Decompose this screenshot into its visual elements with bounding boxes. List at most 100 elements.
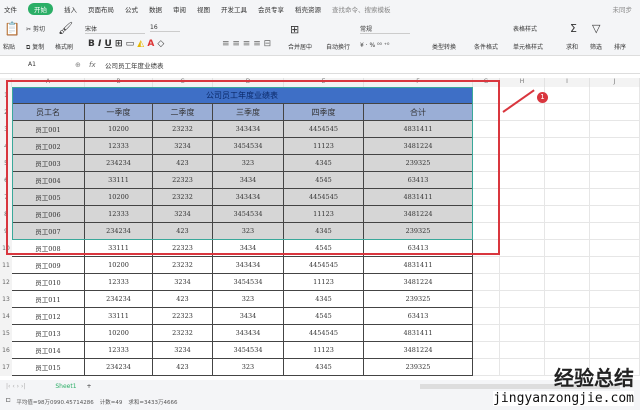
paste-button[interactable]: 粘贴: [3, 42, 15, 51]
value-cell[interactable]: 3434: [213, 308, 284, 325]
menu-item[interactable]: 稻壳资源: [295, 4, 321, 14]
empty-cell[interactable]: [473, 257, 500, 274]
employee-name-cell[interactable]: 员工009: [12, 257, 85, 274]
fx-icon[interactable]: fx: [89, 61, 105, 69]
empty-cell[interactable]: [500, 257, 545, 274]
value-cell[interactable]: 4454545: [284, 257, 364, 274]
empty-cell[interactable]: [473, 342, 500, 359]
empty-cell[interactable]: [545, 274, 590, 291]
empty-cell[interactable]: [545, 87, 590, 104]
empty-cell[interactable]: [545, 104, 590, 121]
sheet-tab[interactable]: Sheet1: [55, 383, 76, 390]
cut-button[interactable]: ✂ 剪切: [26, 24, 45, 33]
empty-cell[interactable]: [590, 223, 640, 240]
value-cell[interactable]: 423: [153, 291, 213, 308]
empty-cell[interactable]: [500, 325, 545, 342]
value-cell[interactable]: 4831411: [364, 257, 473, 274]
bold-button[interactable]: B I U ⊞ ▭ ◭ A ◇: [88, 39, 164, 49]
employee-name-cell[interactable]: 员工014: [12, 342, 85, 359]
conditional-format-button[interactable]: 条件格式: [474, 42, 498, 51]
value-cell[interactable]: 3234: [153, 274, 213, 291]
empty-cell[interactable]: [545, 189, 590, 206]
menu-item[interactable]: 页面布局: [88, 4, 114, 14]
empty-cell[interactable]: [545, 206, 590, 223]
empty-cell[interactable]: [590, 172, 640, 189]
empty-cell[interactable]: [590, 257, 640, 274]
empty-cell[interactable]: [545, 240, 590, 257]
format-painter-button[interactable]: 格式刷: [55, 42, 73, 51]
empty-cell[interactable]: [545, 257, 590, 274]
empty-cell[interactable]: [500, 121, 545, 138]
row-number[interactable]: 16: [0, 342, 12, 359]
value-cell[interactable]: 11123: [284, 342, 364, 359]
value-cell[interactable]: 234234: [85, 291, 153, 308]
number-format-select[interactable]: 常规: [360, 24, 410, 34]
font-size-select[interactable]: 16: [150, 24, 180, 32]
sum-button[interactable]: 求和: [566, 42, 578, 51]
name-box[interactable]: A1: [0, 61, 75, 68]
value-cell[interactable]: 323: [213, 291, 284, 308]
empty-cell[interactable]: [545, 138, 590, 155]
sort-button[interactable]: 排序: [614, 42, 626, 51]
value-cell[interactable]: 23232: [153, 257, 213, 274]
value-cell[interactable]: 4831411: [364, 325, 473, 342]
empty-cell[interactable]: [590, 325, 640, 342]
sheet-nav-icons[interactable]: |‹ ‹ › ›|: [6, 383, 25, 390]
empty-cell[interactable]: [500, 172, 545, 189]
merge-icon[interactable]: ⊞: [290, 23, 299, 36]
empty-cell[interactable]: [590, 138, 640, 155]
row-number[interactable]: 11: [0, 257, 12, 274]
column-header-H[interactable]: H: [500, 78, 545, 87]
employee-name-cell[interactable]: 员工010: [12, 274, 85, 291]
empty-cell[interactable]: [545, 121, 590, 138]
menu-item[interactable]: 文件: [4, 4, 17, 14]
add-sheet-button[interactable]: +: [87, 383, 92, 390]
empty-cell[interactable]: [590, 308, 640, 325]
empty-cell[interactable]: [545, 308, 590, 325]
empty-cell[interactable]: [500, 291, 545, 308]
value-cell[interactable]: 3481224: [364, 274, 473, 291]
spreadsheet-grid[interactable]: A B C D E F G H I J 1 2 3 4 5 6 7 8 9 10 11 12 13 14 15 16 17 公司员工年…: [0, 78, 640, 378]
value-cell[interactable]: 3454534: [213, 274, 284, 291]
value-cell[interactable]: 23232: [153, 325, 213, 342]
value-cell[interactable]: 12333: [85, 342, 153, 359]
empty-cell[interactable]: [473, 325, 500, 342]
employee-name-cell[interactable]: 员工011: [12, 291, 85, 308]
table-style-button[interactable]: 表格样式: [513, 24, 537, 33]
value-cell[interactable]: 239325: [364, 359, 473, 376]
empty-cell[interactable]: [590, 189, 640, 206]
empty-cell[interactable]: [473, 291, 500, 308]
value-cell[interactable]: 11123: [284, 274, 364, 291]
empty-cell[interactable]: [500, 240, 545, 257]
employee-name-cell[interactable]: 员工013: [12, 325, 85, 342]
empty-cell[interactable]: [590, 121, 640, 138]
empty-cell[interactable]: [590, 240, 640, 257]
type-convert-button[interactable]: 类型转换: [432, 42, 456, 51]
empty-cell[interactable]: [545, 325, 590, 342]
employee-name-cell[interactable]: 员工012: [12, 308, 85, 325]
value-cell[interactable]: 343434: [213, 325, 284, 342]
filter-button[interactable]: 筛选: [590, 42, 602, 51]
menu-item[interactable]: 视图: [197, 4, 210, 14]
value-cell[interactable]: 3481224: [364, 342, 473, 359]
empty-cell[interactable]: [590, 291, 640, 308]
empty-cell[interactable]: [590, 104, 640, 121]
empty-cell[interactable]: [500, 223, 545, 240]
value-cell[interactable]: 22323: [153, 308, 213, 325]
row-number[interactable]: 14: [0, 308, 12, 325]
menu-item[interactable]: 插入: [64, 4, 77, 14]
empty-cell[interactable]: [473, 308, 500, 325]
value-cell[interactable]: 12333: [85, 274, 153, 291]
menu-item[interactable]: 审阅: [173, 4, 186, 14]
value-cell[interactable]: 234234: [85, 359, 153, 376]
zoom-icon[interactable]: ⊕: [75, 61, 89, 69]
value-cell[interactable]: 4345: [284, 359, 364, 376]
number-format-buttons[interactable]: ¥ · % ⁰⁰ ⁺⁰: [360, 42, 389, 49]
filter-icon[interactable]: ▽: [592, 22, 600, 35]
menu-item[interactable]: 公式: [125, 4, 138, 14]
empty-cell[interactable]: [500, 138, 545, 155]
empty-cell[interactable]: [590, 155, 640, 172]
value-cell[interactable]: 343434: [213, 257, 284, 274]
value-cell[interactable]: 4454545: [284, 325, 364, 342]
empty-cell[interactable]: [500, 206, 545, 223]
